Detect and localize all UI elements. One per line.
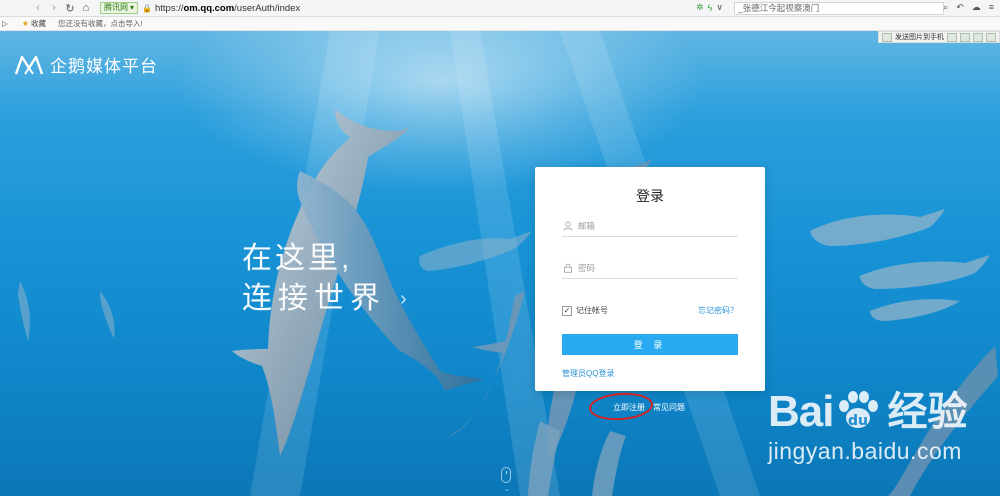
admin-qq-login-link[interactable]: 管理员QQ登录 bbox=[562, 368, 614, 379]
scroll-mouse-icon[interactable] bbox=[501, 467, 511, 483]
menu-icon[interactable]: ≡ bbox=[989, 2, 994, 13]
brand-name: 企鹅媒体平台 bbox=[50, 57, 158, 76]
watermark-brand-right: 经验 bbox=[887, 390, 968, 434]
reload-icon[interactable]: ↻ bbox=[62, 0, 78, 16]
browser-toolbar: ‹ › ↻ ⌂ 腾讯网 ▾ 🔒 https://om.qq.com/userAut… bbox=[0, 0, 1000, 17]
chevron-right-icon: › bbox=[400, 288, 413, 310]
image-icon[interactable] bbox=[882, 32, 892, 42]
address-bar[interactable]: https://om.qq.com/userAuth/index bbox=[155, 3, 300, 14]
bookmark-import-hint[interactable]: 您还没有收藏，点击导入! bbox=[58, 18, 143, 29]
search-input[interactable]: _张德江今起视察澳门 bbox=[734, 2, 944, 15]
undo-icon[interactable]: ↶ bbox=[956, 2, 964, 13]
search-icon[interactable]: ⌕ bbox=[943, 2, 948, 13]
share-icon[interactable] bbox=[960, 32, 970, 42]
dolphin-shape bbox=[528, 421, 626, 496]
lock-icon: 🔒 bbox=[142, 3, 152, 13]
penguin-logo-icon bbox=[14, 55, 44, 75]
back-icon[interactable]: ‹ bbox=[30, 0, 46, 16]
remember-label: 记住帐号 bbox=[576, 306, 608, 315]
more-icon[interactable] bbox=[986, 32, 996, 42]
slogan-line-2: 连接世界 › bbox=[242, 279, 413, 319]
send-to-phone-label[interactable]: 发送图片到手机 bbox=[895, 32, 944, 42]
watermark-brand-left: Bai bbox=[768, 387, 834, 436]
dolphin-shape bbox=[810, 209, 990, 321]
hero-slogan: 在这里, 连接世界 › bbox=[242, 239, 413, 319]
browser-tools: ⌕ ↶ ☁ ≡ bbox=[943, 2, 994, 13]
cloud-icon[interactable]: ☁ bbox=[972, 2, 981, 13]
site-badge[interactable]: 腾讯网 ▾ bbox=[100, 2, 139, 14]
login-title: 登录 bbox=[636, 188, 664, 204]
paw-icon: du bbox=[839, 391, 879, 429]
lock-icon bbox=[562, 262, 574, 274]
email-field[interactable] bbox=[562, 215, 738, 237]
remember-account[interactable]: ✓ 记住帐号 bbox=[562, 305, 608, 316]
slogan-line-1: 在这里, bbox=[242, 242, 353, 275]
password-field[interactable] bbox=[562, 257, 738, 279]
faq-link[interactable]: 常见问题 bbox=[653, 402, 685, 413]
forward-icon[interactable]: › bbox=[46, 0, 62, 16]
user-icon bbox=[562, 220, 574, 232]
svg-text:du: du bbox=[848, 413, 868, 429]
expand-icon[interactable] bbox=[947, 32, 957, 42]
forgot-password-link[interactable]: 忘记密码？ bbox=[698, 305, 738, 316]
bookmark-bar: ▷ ★ 收藏 您还没有收藏，点击导入! bbox=[0, 17, 1000, 31]
watermark-url: jingyan.baidu.com bbox=[768, 438, 962, 464]
compat-mode-icon[interactable]: ✲ bbox=[696, 2, 704, 13]
chevron-down-icon: ▾ bbox=[130, 3, 135, 12]
baidu-watermark: Bai du 经验 jingyan.baidu.com bbox=[768, 388, 967, 465]
bolt-icon[interactable]: ϟ bbox=[708, 3, 713, 13]
scroll-dot bbox=[506, 471, 507, 474]
open-icon[interactable] bbox=[973, 32, 983, 42]
login-card: 登录 ✓ 记住帐号 忘记密码？ 登 录 管理员QQ登录 bbox=[535, 167, 765, 391]
remember-checkbox[interactable]: ✓ bbox=[562, 305, 572, 316]
bookmark-label[interactable]: 收藏 bbox=[31, 18, 46, 29]
slogan-line-2-text: 连接世界 bbox=[242, 282, 386, 315]
dropdown-icon[interactable]: ∨ bbox=[716, 2, 723, 13]
scroll-down-icon: ⌄ bbox=[504, 486, 510, 493]
login-button[interactable]: 登 录 bbox=[562, 334, 738, 355]
address-tools: ✲ ϟ ∨ bbox=[696, 2, 723, 13]
sidebar-toggle-icon[interactable]: ▷ bbox=[2, 19, 8, 28]
email-input[interactable] bbox=[578, 220, 728, 231]
brand-logo[interactable]: 企鹅媒体平台 bbox=[14, 52, 158, 77]
star-icon: ★ bbox=[21, 19, 29, 28]
home-icon[interactable]: ⌂ bbox=[78, 0, 94, 16]
extension-bar: 发送图片到手机 bbox=[878, 31, 1000, 43]
password-input[interactable] bbox=[578, 262, 728, 273]
